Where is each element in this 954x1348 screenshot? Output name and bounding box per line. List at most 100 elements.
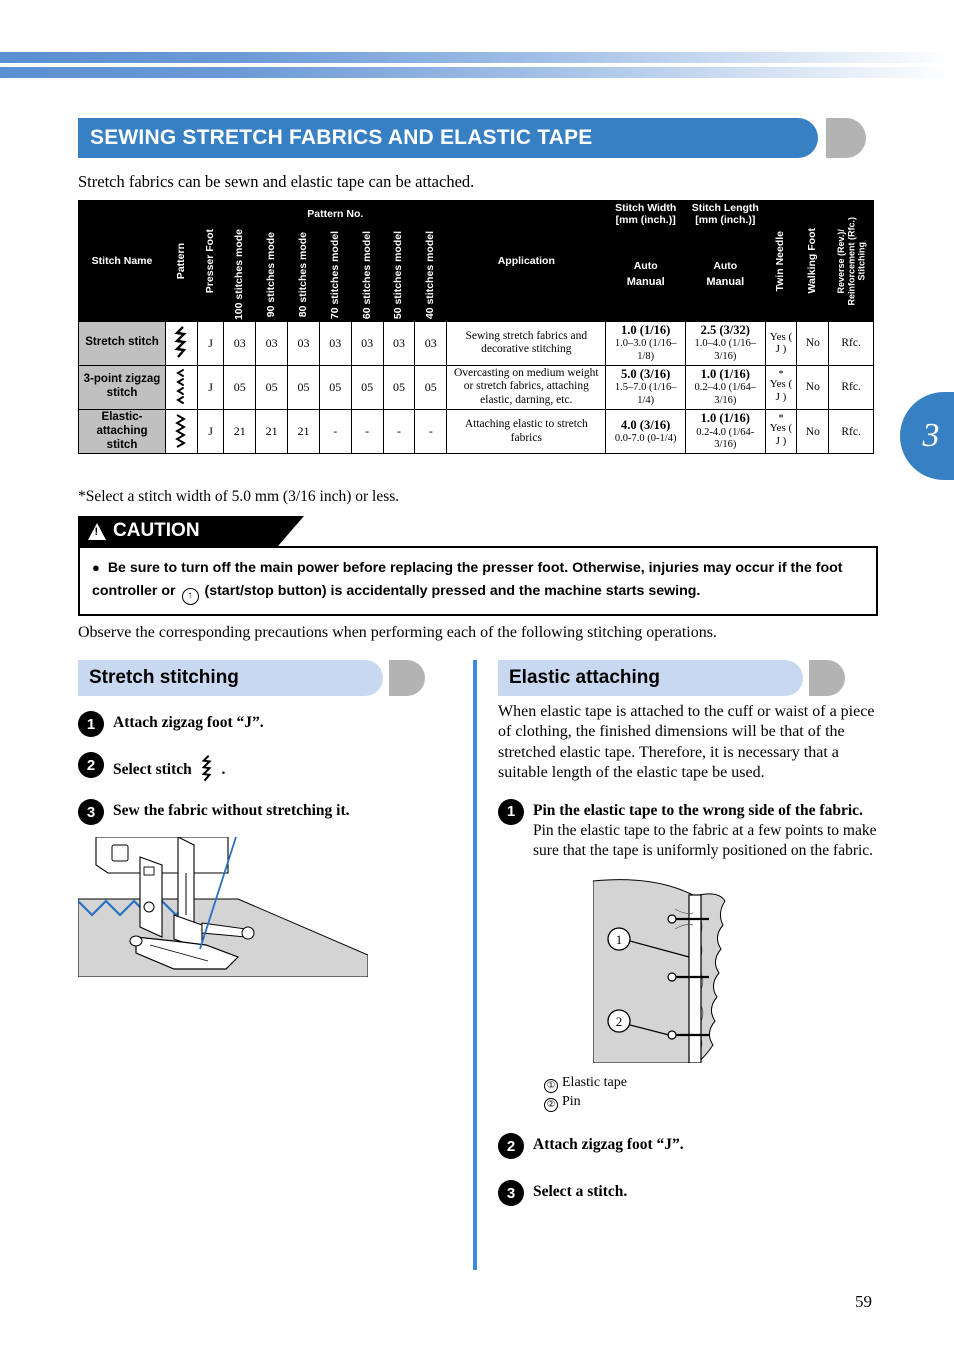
row-pattern-no-50: 03	[382, 321, 416, 366]
row-twin-needle: * Yes ( J )	[764, 408, 798, 455]
th-stitch-name: Stitch Name	[77, 199, 167, 323]
th-reverse-stitching: Reverse (Rev.)/Reinforcement (Rfc.) Stitc…	[828, 199, 874, 323]
row-stitch-length: 1.0 (1/16) 0.2-4.0 (1/64-3/16)	[684, 408, 766, 455]
row-walking-foot: No	[796, 408, 830, 455]
th-model-60: 60 stitches model	[350, 227, 384, 323]
th-walking-foot: Walking Foot	[796, 199, 830, 323]
th-stitch-length: Stitch Length [mm (inch.)]	[684, 199, 766, 229]
elastic-attaching-glyph	[175, 413, 187, 448]
th-model-90: 90 stitches mode	[255, 227, 289, 323]
caution-tab-slant	[278, 516, 304, 546]
section-intro-paragraph: When elastic tape is attached to the cuf…	[498, 703, 875, 782]
callout-label-2: Pin	[562, 1093, 581, 1109]
page-title-banner: SEWING STRETCH FABRICS AND ELASTIC TAPE	[78, 118, 878, 158]
title-accent-dot	[826, 118, 866, 158]
figure-caption-item: ① Elastic tape	[544, 1074, 878, 1093]
row-pattern-no-100: 03	[223, 321, 257, 366]
table-row: 3-point zigzag stitch J 05 05 05 05 05 0…	[77, 364, 874, 410]
step-text: Select a stitch.	[533, 1183, 628, 1201]
section-heading: Stretch stitching	[89, 667, 239, 688]
row-stitch-name: Stretch stitch	[77, 321, 167, 366]
stitch-specification-table: Stitch Name Pattern Presser Foot Pattern…	[77, 199, 874, 455]
row-walking-foot: No	[796, 321, 830, 366]
section-header-bar: Elastic attaching	[498, 660, 803, 696]
row-application: Sewing stretch fabrics and decorative st…	[446, 321, 607, 366]
th-width-auto: Auto Manual	[605, 227, 686, 323]
th-stitch-width: Stitch Width [mm (inch.)]	[605, 199, 686, 229]
caution-label: CAUTION	[113, 520, 200, 541]
chapter-tab-number: 3	[922, 417, 940, 454]
header-gradient-bar-2	[0, 67, 954, 78]
row-pattern-no-60: -	[350, 408, 384, 455]
step-text-label: Select stitch	[113, 761, 192, 778]
elastic-tape-illustration: 1 2	[592, 873, 878, 1068]
section-heading: Elastic attaching	[509, 667, 660, 688]
step-item: 3 Sew the fabric without stretching it.	[78, 798, 468, 825]
step-item: 1 Attach zigzag foot “J”.	[78, 710, 468, 737]
row-stitch-length: 2.5 (3/32) 1.0–4.0 (1/16–3/16)	[684, 321, 766, 366]
th-presser-foot: Presser Foot	[196, 199, 225, 323]
row-stitch-length: 1.0 (1/16) 0.2–4.0 (1/64–3/16)	[684, 364, 766, 410]
row-pattern-no-70: -	[318, 408, 352, 455]
row-pattern-no-40: 03	[414, 321, 448, 366]
row-pattern-no-60: 05	[350, 364, 384, 410]
row-stitch-width: 4.0 (3/16) 0.0-7.0 (0-1/4)	[605, 408, 686, 455]
page-number: 59	[855, 1292, 872, 1311]
presser-foot-illustration	[77, 836, 468, 982]
svg-text:1: 1	[616, 932, 623, 947]
page-title-bar: SEWING STRETCH FABRICS AND ELASTIC TAPE	[78, 118, 818, 158]
section-header-stretch-stitching: Stretch stitching	[78, 660, 468, 696]
caution-bullet-icon: ●	[92, 560, 100, 575]
row-reverse: Rfc.	[828, 364, 874, 410]
th-pattern-no: Pattern No.	[223, 199, 448, 229]
row-pattern-no-50: 05	[382, 364, 416, 410]
caution-tab-row: CAUTION	[78, 516, 878, 546]
three-point-zigzag-glyph	[176, 369, 185, 405]
row-pattern-no-40: 05	[414, 364, 448, 410]
step-text: Pin the elastic tape to the wrong side o…	[533, 798, 878, 861]
th-application: Application	[446, 199, 607, 323]
start-stop-button-icon: ↑	[181, 588, 199, 606]
stretch-stitch-glyph	[174, 326, 187, 359]
row-pattern-no-40: -	[414, 408, 448, 455]
row-pattern-no-100: 05	[223, 364, 257, 410]
row-stitch-name: 3-point zigzag stitch	[77, 364, 167, 410]
row-application: Attaching elastic to stretch fabrics	[446, 408, 607, 455]
row-application: Overcasting on medium weight or stretch …	[446, 364, 607, 410]
section-accent-dot	[389, 660, 425, 696]
step-item: 1 Pin the elastic tape to the wrong side…	[498, 798, 878, 861]
page-title: SEWING STRETCH FABRICS AND ELASTIC TAPE	[90, 126, 593, 149]
row-pattern-no-70: 05	[318, 364, 352, 410]
row-pattern-no-90: 21	[255, 408, 289, 455]
caution-body: ● Be sure to turn off the main power bef…	[78, 546, 878, 617]
caution-tab: CAUTION	[78, 516, 278, 546]
elastic-tape-figure: 1 2	[592, 878, 726, 1064]
row-pattern-no-70: 03	[318, 321, 352, 366]
step-number: 2	[78, 752, 104, 778]
row-pattern-no-80: 05	[287, 364, 320, 410]
section-header-elastic-attaching: Elastic attaching	[498, 660, 878, 696]
row-pattern-no-60: 03	[350, 321, 384, 366]
figure-caption-item: ② Pin	[544, 1093, 878, 1113]
elastic-attaching-section: Elastic attaching When elastic tape is a…	[498, 660, 878, 1207]
callout-number-2: ②	[544, 1098, 558, 1113]
th-model-80: 80 stitches mode	[287, 227, 320, 323]
header-decoration	[0, 52, 954, 78]
callout-number-1: ①	[544, 1078, 558, 1093]
step-text-suffix: .	[221, 761, 226, 778]
step-item: 3 Select a stitch.	[498, 1179, 878, 1207]
step-text: Sew the fabric without stretching it.	[113, 802, 350, 819]
row-walking-foot: No	[796, 364, 830, 410]
th-length-auto: Auto Manual	[684, 227, 766, 323]
row-pattern-no-50: -	[382, 408, 416, 455]
row-stitch-name: Elastic-attaching stitch	[77, 408, 167, 455]
three-point-zigzag-glyph-icon	[165, 364, 198, 410]
step-item: 2 Attach zigzag foot “J”.	[498, 1132, 878, 1160]
step-text: Attach zigzag foot “J”.	[533, 1136, 684, 1154]
row-presser-foot: J	[196, 408, 225, 455]
step-subtext: Pin the elastic tape to the fabric at a …	[533, 822, 877, 859]
th-model-70: 70 stitches model	[318, 227, 352, 323]
elastic-attaching-glyph-icon	[165, 408, 198, 455]
section-accent-dot	[809, 660, 845, 696]
row-stitch-width: 5.0 (3/16) 1.5–7.0 (1/16–1/4)	[605, 364, 686, 410]
